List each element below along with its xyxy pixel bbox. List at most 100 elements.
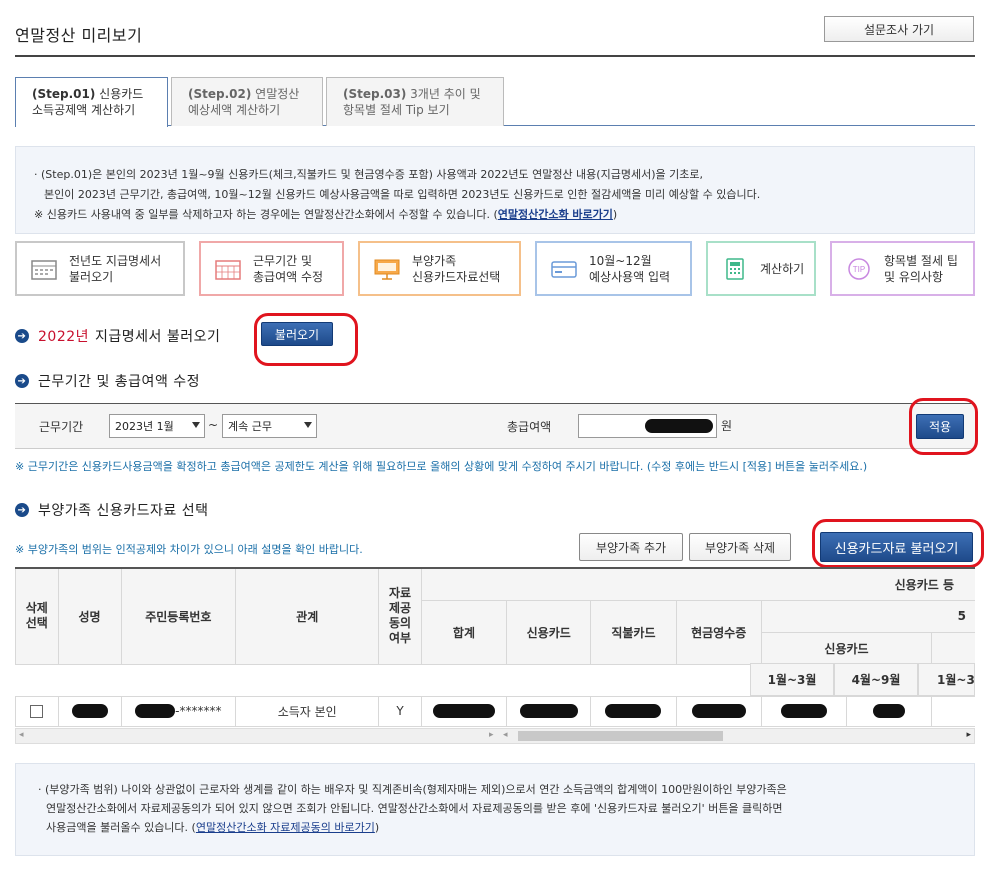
svg-text:TIP: TIP	[853, 265, 865, 274]
col-name-header: 성명	[57, 567, 122, 665]
info-line3-text: ※ 신용카드 사용내역 중 일부를 삭제하고자 하는 경우에는 연말정산간소화에…	[34, 208, 498, 221]
step-box-tips[interactable]: TIP 항목별 절세 팁및 유의사항	[830, 241, 975, 296]
step-box-calculate[interactable]: 계산하기	[706, 241, 816, 296]
redaction-mark	[780, 704, 827, 719]
step-label-2: 예상사용액 입력	[589, 269, 671, 284]
table-scrollbar[interactable]: ◂ ▸ ◂ ▸	[15, 728, 975, 744]
tab-step-label: (Step.02)	[188, 87, 252, 101]
period-salary-form: 근무기간 2023년 1월 ~ 계속 근무 총급여액 원 적용	[15, 403, 975, 449]
simplified-service-link[interactable]: 연말정산간소화 바로가기	[498, 208, 613, 221]
section1-year: 2022년	[38, 329, 90, 345]
salary-label: 총급여액	[507, 420, 552, 434]
page-title: 연말정산 미리보기	[15, 26, 143, 45]
rrn-cell: -*******	[120, 695, 237, 727]
step-label-2: 및 유의사항	[884, 269, 944, 284]
redaction-mark	[605, 704, 662, 719]
title-divider	[15, 55, 975, 57]
salary-input[interactable]	[578, 414, 717, 438]
delete-dependent-button[interactable]: 부양가족 삭제	[689, 533, 791, 561]
section2-title: ➔ 근무기간 및 총급여액 수정	[15, 371, 200, 391]
period-note: ※ 근무기간은 신용카드사용금액을 확정하고 총급여액은 공제한도 계산을 위해…	[15, 460, 868, 473]
step-tabs: (Step.01) 신용카드 소득공제액 계산하기 (Step.02) 연말정산…	[15, 77, 975, 127]
credit-cell	[506, 695, 592, 727]
step-label-2: 총급여액 수정	[253, 269, 324, 284]
arrow-right-icon: ➔	[15, 374, 29, 388]
tab-line1: 연말정산	[255, 87, 300, 101]
presentation-icon	[374, 259, 400, 280]
period-start-select[interactable]: 2023년 1월	[109, 414, 205, 438]
step-label-2: 신용카드자료선택	[412, 269, 501, 284]
bottom-line1: · (부양가족 범위) 나이와 상관없이 근로자와 생계를 같이 하는 배우자 …	[38, 783, 787, 796]
dependents-table: 삭제 선택 성명 주민등록번호 관계 자료 제공 동의 여부 신용카드 등 합계…	[15, 567, 975, 727]
tab-line2: 예상세액 계산하기	[188, 103, 281, 117]
bottom-line3: 사용금액을 불러올수 있습니다. (연말정산간소화 자료제공동의 바로가기)	[38, 818, 974, 837]
add-dependent-button[interactable]: 부양가족 추가	[579, 533, 683, 561]
m13b-cell	[931, 695, 975, 727]
step-label-1: 부양가족	[412, 253, 457, 268]
redaction-mark	[873, 704, 906, 719]
salary-unit: 원	[721, 419, 733, 433]
arrow-right-icon: ➔	[15, 503, 29, 517]
col-credit-header: 신용카드	[506, 599, 592, 665]
tab-step01[interactable]: (Step.01) 신용카드 소득공제액 계산하기	[15, 77, 168, 127]
tab-step02[interactable]: (Step.02) 연말정산 예상세액 계산하기	[171, 77, 323, 126]
col-empty	[931, 631, 975, 665]
survey-button[interactable]: 설문조사 가기	[824, 16, 974, 42]
scroll-right-icon[interactable]: ▸	[966, 730, 971, 740]
step-box-expected-usage[interactable]: 10월~12월 예상사용액 입력	[535, 241, 692, 296]
arrow-right-icon: ➔	[15, 329, 29, 343]
card-icon	[551, 260, 577, 278]
chevron-down-icon	[304, 422, 312, 428]
scroll-right-icon[interactable]: ▸	[489, 730, 494, 740]
col-m13b-header: 1월~3	[918, 663, 975, 696]
col-cash-header: 현금영수증	[675, 599, 762, 665]
info-line2: 본인이 2023년 근무기간, 총급여액, 10월~12월 신용카드 예상사용금…	[44, 188, 761, 201]
tab-line2: 항목별 절세 Tip 보기	[343, 103, 450, 117]
redaction-mark	[71, 704, 108, 719]
step-label-1: 전년도 지급명세서	[69, 253, 162, 268]
period-end-select[interactable]: 계속 근무	[222, 414, 317, 438]
table-row[interactable]: -******* 소득자 본인 Y	[15, 695, 975, 727]
col-rrn-header: 주민등록번호	[120, 567, 237, 665]
tab-line1: 신용카드	[99, 87, 144, 101]
header-bottom-overlay	[15, 663, 415, 696]
row-checkbox[interactable]	[30, 705, 44, 718]
step-box-dependents[interactable]: 부양가족 신용카드자료선택	[358, 241, 521, 296]
step-box-period-salary[interactable]: 근무기간 및 총급여액 수정	[199, 241, 344, 296]
relation-cell: 소득자 본인	[235, 695, 380, 727]
redaction-mark	[691, 704, 746, 719]
bottom-line3-text: 사용금액을 불러올수 있습니다. (	[46, 821, 196, 834]
cash-cell	[675, 695, 762, 727]
step-label-1: 10월~12월	[589, 253, 652, 268]
step-label-2: 불러오기	[69, 269, 114, 284]
info-line1: · (Step.01)은 본인의 2023년 1월~9월 신용카드(체크,직불카…	[34, 168, 703, 181]
tab-step-label: (Step.03)	[343, 87, 407, 101]
step-box-prev-statement[interactable]: 전년도 지급명세서 불러오기	[15, 241, 185, 296]
row-checkbox-cell	[15, 695, 59, 727]
period-tilde: ~	[208, 418, 219, 432]
debit-cell	[590, 695, 677, 727]
period-label: 근무기간	[39, 420, 84, 434]
name-cell	[57, 695, 122, 727]
chevron-down-icon	[192, 422, 200, 428]
scroll-left-icon[interactable]: ◂	[19, 730, 24, 740]
col-credit2-header: 신용카드	[760, 631, 933, 665]
bottom-line3-end: )	[374, 821, 380, 834]
col-debit-header: 직불카드	[590, 599, 677, 665]
tab-step03[interactable]: (Step.03) 3개년 추이 및 항목별 절세 Tip 보기	[326, 77, 504, 126]
scroll-thumb[interactable]	[518, 731, 723, 741]
dependents-note: ※ 부양가족의 범위는 인적공제와 차이가 있으니 아래 설명을 확인 바랍니다…	[15, 543, 363, 556]
redaction-mark	[519, 704, 578, 719]
step-label-1: 항목별 절세 팁	[884, 253, 958, 268]
info-line3: ※ 신용카드 사용내역 중 일부를 삭제하고자 하는 경우에는 연말정산간소화에…	[34, 205, 974, 225]
highlight-annotation	[909, 398, 978, 455]
redaction-mark	[432, 704, 495, 719]
consent-link[interactable]: 연말정산간소화 자료제공동의 바로가기	[196, 821, 375, 834]
col-delete-header: 삭제 선택	[15, 567, 59, 665]
rrn-suffix: -*******	[175, 703, 222, 718]
scroll-left-icon[interactable]: ◂	[503, 730, 508, 740]
tip-icon: TIP	[848, 257, 870, 280]
section1-title-text: 지급명세서 불러오기	[95, 329, 221, 345]
redaction-mark	[645, 419, 713, 433]
total-cell	[420, 695, 508, 727]
